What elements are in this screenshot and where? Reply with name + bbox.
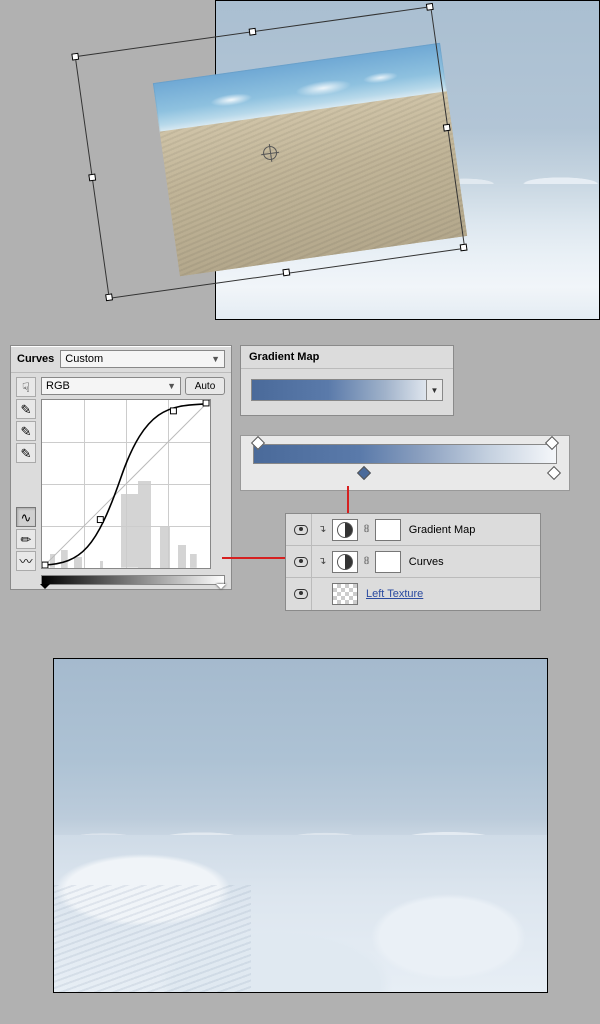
curves-tool-column: ☟ ✎ ✎ ✎ ∿ ✏ 〰 bbox=[15, 377, 37, 585]
layers-panel: ↴ 𝟠 Gradient Map ↴ 𝟠 Curves Left Texture bbox=[285, 513, 541, 611]
eyedropper-icon: ✎ bbox=[21, 447, 32, 460]
eye-icon bbox=[294, 525, 308, 535]
gradient-bar[interactable] bbox=[253, 444, 557, 464]
layer-name[interactable]: Curves bbox=[405, 556, 444, 568]
visibility-toggle[interactable] bbox=[290, 514, 312, 545]
transform-preview bbox=[0, 0, 600, 340]
adjustment-thumbnail[interactable] bbox=[332, 519, 358, 541]
mask-thumbnail[interactable] bbox=[375, 551, 401, 573]
visibility-toggle[interactable] bbox=[290, 546, 312, 577]
eye-icon bbox=[294, 557, 308, 567]
hand-icon: ☟ bbox=[22, 381, 30, 394]
eyedropper-icon: ✎ bbox=[21, 403, 32, 416]
layer-row-gradient-map[interactable]: ↴ 𝟠 Gradient Map bbox=[286, 514, 540, 546]
sample-black-eyedropper[interactable]: ✎ bbox=[16, 399, 36, 419]
curve-pencil-tool[interactable]: ✏ bbox=[16, 529, 36, 549]
curves-title: Curves bbox=[17, 353, 54, 365]
black-point-handle[interactable] bbox=[40, 584, 50, 594]
curves-graph[interactable] bbox=[41, 399, 211, 569]
sample-gray-eyedropper[interactable]: ✎ bbox=[16, 421, 36, 441]
auto-button[interactable]: Auto bbox=[185, 377, 225, 395]
curve-smooth-tool[interactable]: 〰 bbox=[16, 551, 36, 571]
gradient-picker-button[interactable]: ▼ bbox=[426, 380, 442, 400]
channel-value: RGB bbox=[46, 380, 70, 392]
auto-label: Auto bbox=[195, 381, 216, 392]
gradient-map-panel: Gradient Map ▼ bbox=[240, 345, 454, 416]
link-icon: 𝟠 bbox=[362, 524, 370, 535]
input-range-slider[interactable] bbox=[41, 575, 225, 585]
curve-point-tool[interactable]: ∿ bbox=[16, 507, 36, 527]
clip-indicator-icon: ↴ bbox=[316, 524, 328, 535]
gradient-editor bbox=[240, 435, 570, 491]
color-stop-white[interactable] bbox=[547, 466, 561, 480]
chevron-down-icon: ▼ bbox=[211, 354, 220, 364]
visibility-toggle[interactable] bbox=[290, 578, 312, 610]
eye-icon bbox=[294, 589, 308, 599]
color-stop-blue[interactable] bbox=[357, 466, 371, 480]
curves-preset-value: Custom bbox=[65, 353, 103, 365]
gradient-map-title: Gradient Map bbox=[249, 351, 319, 363]
layer-thumbnail[interactable] bbox=[332, 583, 358, 605]
layer-name[interactable]: Left Texture bbox=[362, 588, 423, 600]
channel-dropdown[interactable]: RGB ▼ bbox=[41, 377, 181, 395]
placed-layer[interactable] bbox=[153, 43, 467, 276]
gradient-preview[interactable]: ▼ bbox=[251, 379, 443, 401]
pencil-icon: ✏ bbox=[21, 533, 32, 546]
sample-white-eyedropper[interactable]: ✎ bbox=[16, 443, 36, 463]
clip-indicator-icon: ↴ bbox=[316, 556, 328, 567]
curves-preset-dropdown[interactable]: Custom ▼ bbox=[60, 350, 225, 368]
layer-name[interactable]: Gradient Map bbox=[405, 524, 476, 536]
curve-icon: ∿ bbox=[21, 511, 32, 524]
result-preview bbox=[53, 658, 548, 993]
layer-row-left-texture[interactable]: Left Texture bbox=[286, 578, 540, 610]
handle-bottom-left[interactable] bbox=[105, 293, 113, 301]
dune-ridges bbox=[54, 885, 251, 992]
chevron-down-icon: ▼ bbox=[167, 381, 176, 391]
target-adjust-tool[interactable]: ☟ bbox=[16, 377, 36, 397]
layer-row-curves[interactable]: ↴ 𝟠 Curves bbox=[286, 546, 540, 578]
adjustment-thumbnail[interactable] bbox=[332, 551, 358, 573]
handle-mid-left[interactable] bbox=[88, 173, 96, 181]
smooth-icon: 〰 bbox=[19, 555, 32, 568]
white-point-handle[interactable] bbox=[216, 584, 226, 594]
curves-panel: Curves Custom ▼ ☟ ✎ ✎ ✎ ∿ ✏ 〰 bbox=[10, 345, 232, 590]
link-icon: 𝟠 bbox=[362, 556, 370, 567]
mask-thumbnail[interactable] bbox=[375, 519, 401, 541]
eyedropper-icon: ✎ bbox=[21, 425, 32, 438]
handle-top-left[interactable] bbox=[71, 53, 79, 61]
